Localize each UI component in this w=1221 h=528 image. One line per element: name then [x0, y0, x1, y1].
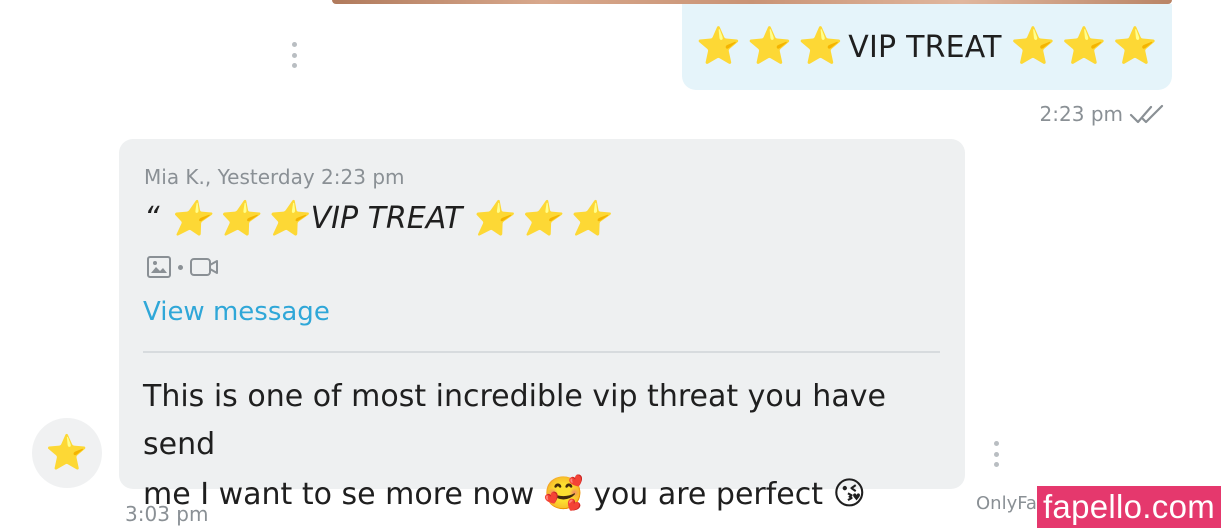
star-icon: ⭐: [696, 26, 742, 67]
divider: [143, 351, 940, 353]
star-icon: ⭐: [1061, 26, 1107, 67]
star-icon: ⭐: [265, 198, 308, 239]
star-icon: ⭐: [168, 198, 211, 239]
star-icon: ⭐: [1112, 26, 1158, 67]
separator-dot: [178, 264, 183, 270]
quoted-message-author: Mia K., Yesterday 2:23 pm: [144, 165, 405, 189]
image-icon: [147, 256, 171, 278]
message-line: me I want to se more now 🥰 you are perfe…: [143, 469, 943, 519]
star-icon: ⭐: [518, 198, 562, 239]
message-options-icon[interactable]: [289, 42, 299, 68]
star-icon: ⭐: [567, 198, 610, 239]
quoted-media-icons: [146, 255, 219, 279]
sent-message-meta: 2:23 pm: [1040, 102, 1167, 126]
message-options-icon[interactable]: [991, 441, 1001, 467]
star-icon: ⭐: [45, 433, 89, 473]
received-message-text: This is one of most incredible vip threa…: [143, 373, 943, 519]
star-icon: ⭐: [216, 198, 260, 239]
message-text-part: you are perfect: [593, 477, 824, 512]
quote-mark: “: [144, 201, 160, 236]
watermark: fapello.com: [1037, 486, 1221, 528]
smiling-face-with-hearts-icon: 🥰: [543, 474, 584, 512]
star-icon: ⭐: [470, 198, 513, 239]
received-message-bubble[interactable]: Mia K., Yesterday 2:23 pm “ ⭐ ⭐ ⭐ VIP TR…: [119, 139, 965, 512]
double-check-icon: [1129, 104, 1164, 124]
sent-message-text: VIP TREAT: [848, 29, 1002, 65]
message-line: This is one of most incredible vip threa…: [143, 379, 886, 462]
quoted-text: VIP TREAT: [310, 201, 463, 236]
view-message-link[interactable]: View message: [143, 297, 330, 327]
sent-message-time: 2:23 pm: [1039, 102, 1123, 126]
received-message-time: 3:03 pm: [125, 502, 209, 526]
kissing-face-icon: 😘: [832, 474, 866, 512]
star-icon: ⭐: [798, 26, 844, 67]
avatar[interactable]: ⭐: [32, 418, 102, 488]
source-label: OnlyFa: [976, 493, 1037, 514]
star-icon: ⭐: [747, 26, 793, 67]
sent-message-bubble[interactable]: ⭐ ⭐ ⭐ VIP TREAT ⭐ ⭐ ⭐: [682, 4, 1172, 90]
video-icon: [190, 258, 218, 276]
star-icon: ⭐: [1010, 26, 1056, 67]
quoted-message-text: “ ⭐ ⭐ ⭐ VIP TREAT ⭐ ⭐ ⭐: [144, 201, 612, 236]
